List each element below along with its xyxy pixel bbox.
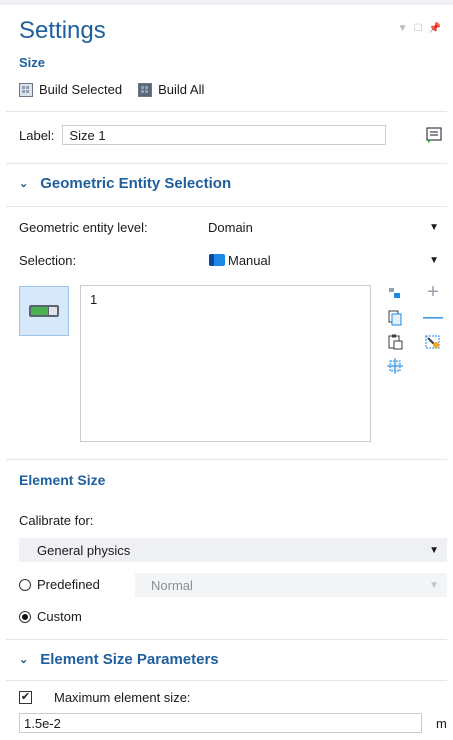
pin-icon[interactable]: 📌: [429, 24, 441, 34]
window-controls: ▼ ☐ 📌: [398, 24, 441, 34]
build-selected-button[interactable]: Build Selected: [39, 82, 122, 97]
predefined-size-select: Normal ▼: [135, 573, 447, 597]
build-toolbar: Build Selected Build All: [19, 82, 204, 97]
note-icon: [426, 127, 442, 143]
max-element-size-checkbox[interactable]: ✔: [19, 691, 32, 704]
predefined-radio[interactable]: [19, 578, 31, 591]
divider: [6, 111, 447, 112]
geometric-entity-level-label: Geometric entity level:: [19, 220, 148, 235]
dropdown-arrow-icon[interactable]: ▼: [398, 24, 408, 34]
element-size-parameters-header[interactable]: ⌄ Element Size Parameters: [19, 651, 219, 668]
select-value: General physics: [37, 542, 131, 558]
label-input[interactable]: Size 1: [62, 125, 387, 145]
max-element-size-input[interactable]: 1.5e-2: [19, 713, 422, 733]
remove-from-selection-icon[interactable]: —: [423, 306, 443, 328]
caret-down-icon: ▼: [429, 544, 439, 556]
copy-selection-icon[interactable]: [386, 309, 404, 327]
max-element-size-label: Maximum element size:: [54, 690, 191, 705]
panel-title: Settings: [19, 17, 106, 44]
section-title: Geometric Entity Selection: [40, 175, 232, 192]
select-value: Normal: [151, 577, 193, 593]
add-to-selection-icon[interactable]: +: [424, 281, 442, 303]
build-all-icon: [138, 82, 153, 97]
geometric-entity-selection-header[interactable]: ⌄ Geometric Entity Selection: [19, 175, 231, 192]
custom-radio[interactable]: [19, 610, 31, 623]
geometric-entity-level-select[interactable]: Domain ▼: [190, 215, 447, 239]
manual-selection-icon: [209, 254, 225, 266]
build-selected-icon: [19, 82, 33, 97]
label-field-label: Label:: [19, 127, 55, 143]
divider: [6, 639, 447, 640]
caret-down-icon: ▼: [429, 579, 439, 591]
panel-subtitle: Size: [19, 55, 46, 70]
selection-value-wrap: Manual: [208, 253, 271, 268]
custom-label: Custom: [37, 609, 82, 624]
chevron-down-icon: ⌄: [19, 178, 29, 190]
section-title: Element Size Parameters: [40, 651, 219, 668]
custom-radio-row[interactable]: Custom: [19, 609, 82, 624]
divider: [6, 680, 447, 681]
maximize-icon[interactable]: ☐: [414, 24, 423, 34]
clear-selection-icon[interactable]: [424, 333, 442, 351]
comments-button[interactable]: [423, 124, 445, 146]
caret-down-icon: ▼: [429, 221, 439, 233]
section-title: Element Size: [19, 472, 106, 488]
selection-select[interactable]: Manual ▼: [190, 248, 447, 272]
paste-selection-icon[interactable]: [386, 333, 404, 351]
element-size-header: Element Size: [19, 472, 105, 488]
divider: [6, 459, 447, 460]
toggle-on-icon: [29, 305, 59, 317]
divider: [6, 206, 447, 207]
selection-label: Selection:: [19, 253, 77, 268]
find-in-selection-icon[interactable]: [386, 285, 404, 303]
zoom-to-selection-icon[interactable]: [386, 357, 404, 375]
selection-list[interactable]: 1: [80, 285, 371, 442]
active-selection-toggle[interactable]: [19, 286, 69, 336]
calibrate-for-select[interactable]: General physics ▼: [19, 538, 447, 562]
select-value: Domain: [208, 219, 253, 235]
chevron-down-icon: ⌄: [19, 654, 29, 666]
predefined-radio-row[interactable]: Predefined: [19, 577, 100, 592]
calibrate-for-label: Calibrate for:: [19, 513, 94, 528]
max-element-size-row[interactable]: ✔ Maximum element size:: [19, 690, 191, 705]
unit-label: m: [436, 716, 447, 731]
list-item[interactable]: 1: [90, 292, 361, 307]
predefined-label: Predefined: [37, 577, 100, 592]
select-value: Manual: [228, 252, 271, 268]
divider: [6, 163, 447, 164]
label-row: Label: Size 1: [19, 125, 387, 145]
build-all-button[interactable]: Build All: [158, 82, 204, 97]
caret-down-icon: ▼: [429, 254, 439, 266]
